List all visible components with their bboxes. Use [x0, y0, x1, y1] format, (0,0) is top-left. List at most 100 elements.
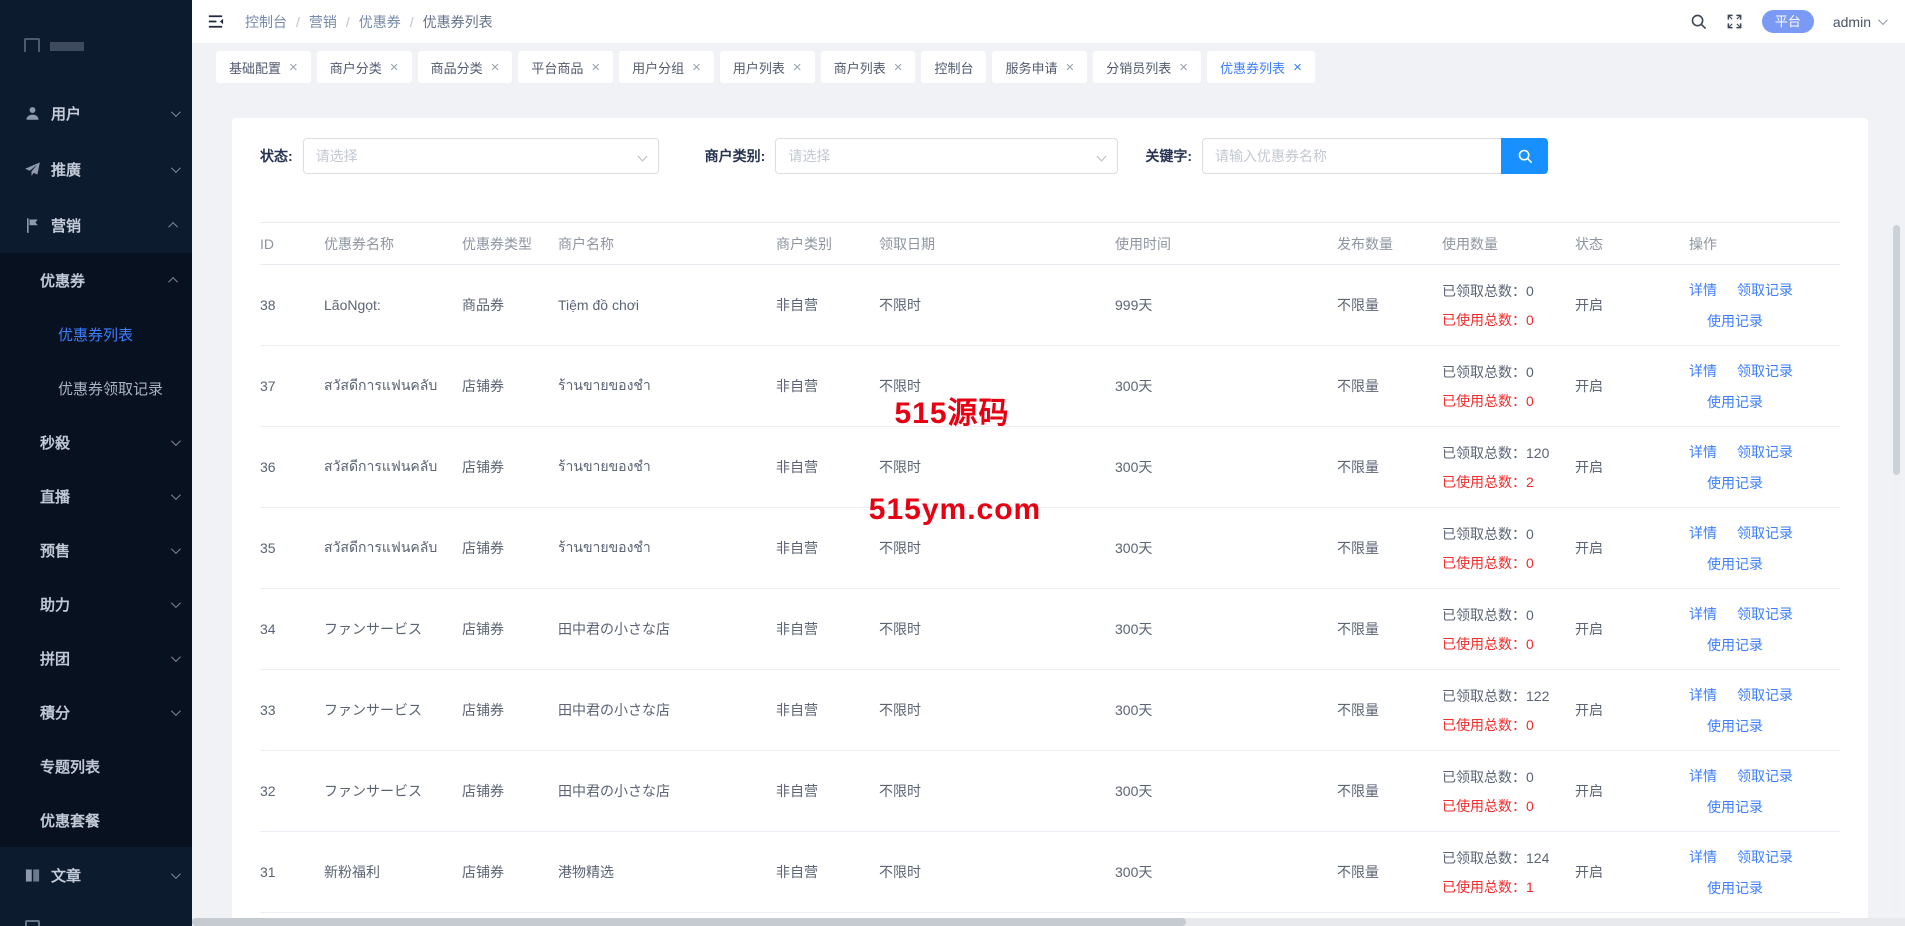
use-records-link[interactable]: 使用记录	[1707, 313, 1763, 329]
action-line: 使用记录	[1689, 554, 1840, 574]
status-select[interactable]: 请选择	[303, 138, 659, 174]
claim-records-link[interactable]: 领取记录	[1737, 280, 1793, 300]
sidebar-item[interactable]: 助力	[0, 577, 192, 631]
sidebar-item[interactable]: 优惠券领取记录	[0, 361, 192, 415]
close-icon[interactable]: ×	[390, 60, 399, 75]
search-icon[interactable]	[1690, 13, 1707, 30]
close-icon[interactable]: ×	[1179, 60, 1188, 75]
action-line: 使用记录	[1689, 878, 1840, 898]
claimed-total-text: 已领取总数：0	[1442, 362, 1575, 382]
tab-item[interactable]: 用户列表×	[720, 51, 815, 83]
tab-item[interactable]: 商户分类×	[317, 51, 412, 83]
use-records-link[interactable]: 使用记录	[1707, 394, 1763, 410]
breadcrumb-item[interactable]: 营销	[309, 12, 337, 32]
detail-link[interactable]: 详情	[1689, 604, 1717, 624]
claim-records-link[interactable]: 领取记录	[1737, 604, 1793, 624]
sidebar-item[interactable]: 直播	[0, 469, 192, 523]
claim-records-link[interactable]: 领取记录	[1737, 847, 1793, 867]
cell-claim-date: 不限时	[879, 751, 1115, 832]
use-records-link[interactable]: 使用记录	[1707, 799, 1763, 815]
cell-id: 35	[260, 508, 324, 589]
close-icon[interactable]: ×	[793, 60, 802, 75]
sidebar-item[interactable]: 秒殺	[0, 415, 192, 469]
close-icon[interactable]: ×	[692, 60, 701, 75]
claim-records-link[interactable]: 领取记录	[1737, 523, 1793, 543]
sidebar-item-label: 用户	[51, 103, 81, 124]
tab-item[interactable]: 分销员列表×	[1093, 51, 1201, 83]
tab-item[interactable]: 用户分组×	[619, 51, 714, 83]
horizontal-scrollbar[interactable]	[192, 918, 1905, 926]
tab-item[interactable]: 基础配置×	[216, 51, 311, 83]
sidebar-clipped-item	[0, 0, 192, 85]
watermark-line1: 515源码	[894, 388, 1009, 432]
sidebar-item-label: 積分	[40, 702, 70, 723]
close-icon[interactable]: ×	[1293, 60, 1302, 75]
cell-id: 36	[260, 427, 324, 508]
sidebar-item[interactable]: 積分	[0, 685, 192, 739]
sidebar-item[interactable]: 专题列表	[0, 739, 192, 793]
use-records-link[interactable]: 使用记录	[1707, 556, 1763, 572]
sidebar-item[interactable]: 优惠券列表	[0, 307, 192, 361]
keyword-input[interactable]	[1202, 138, 1501, 174]
table-header-row: ID优惠券名称优惠券类型商户名称商户类别领取日期使用时间发布数量使用数量状态操作	[260, 223, 1840, 265]
tab-item[interactable]: 平台商品×	[518, 51, 613, 83]
cell-merchant-type: 非自营	[776, 670, 879, 751]
sidebar-item[interactable]: 预售	[0, 523, 192, 577]
fullscreen-icon[interactable]	[1726, 13, 1743, 30]
action-line: 详情领取记录	[1689, 604, 1840, 624]
menu-fold-icon[interactable]	[200, 8, 231, 35]
action-line: 详情领取记录	[1689, 442, 1840, 462]
sidebar-item[interactable]: 文章	[0, 847, 192, 903]
tab-active[interactable]: 优惠券列表×	[1207, 51, 1315, 83]
detail-link[interactable]: 详情	[1689, 523, 1717, 543]
close-icon[interactable]: ×	[491, 60, 500, 75]
detail-link[interactable]: 详情	[1689, 280, 1717, 300]
cell-merchant-name: ร้านขายของชำ	[558, 346, 776, 427]
cell-merchant-type: 非自营	[776, 508, 879, 589]
detail-link[interactable]: 详情	[1689, 766, 1717, 786]
sidebar-item[interactable]: 用户	[0, 85, 192, 141]
tab-item[interactable]: 商户列表×	[821, 51, 916, 83]
claim-records-link[interactable]: 领取记录	[1737, 442, 1793, 462]
detail-link[interactable]: 详情	[1689, 685, 1717, 705]
close-icon[interactable]: ×	[894, 60, 903, 75]
close-icon[interactable]: ×	[1066, 60, 1075, 75]
sidebar-item[interactable]: 营销	[0, 197, 192, 253]
use-records-link[interactable]: 使用记录	[1707, 475, 1763, 491]
use-records-link[interactable]: 使用记录	[1707, 880, 1763, 896]
cell-use-time: 300天	[1115, 832, 1337, 913]
cell-merchant-type: 非自营	[776, 832, 879, 913]
vertical-scrollbar[interactable]	[1893, 225, 1900, 915]
detail-link[interactable]: 详情	[1689, 442, 1717, 462]
sidebar-item[interactable]: 拼团	[0, 631, 192, 685]
close-icon[interactable]: ×	[289, 60, 298, 75]
search-button[interactable]	[1501, 138, 1548, 174]
action-line: 详情领取记录	[1689, 847, 1840, 867]
tab-item[interactable]: 服务申请 ×	[992, 51, 1087, 83]
detail-link[interactable]: 详情	[1689, 847, 1717, 867]
tab-label: 服务申请	[1005, 58, 1057, 77]
merchant-type-select[interactable]: 请选择	[775, 138, 1118, 174]
detail-link[interactable]: 详情	[1689, 361, 1717, 381]
use-records-link[interactable]: 使用记录	[1707, 637, 1763, 653]
breadcrumb-item[interactable]: 优惠券	[359, 12, 401, 32]
close-icon[interactable]: ×	[591, 60, 600, 75]
horizontal-scrollbar-thumb[interactable]	[192, 918, 1186, 926]
table-body: 38LãoNgọt:商品券Tiệm đồ chơi非自营不限时999天不限量已领…	[260, 265, 1840, 913]
use-records-link[interactable]: 使用记录	[1707, 718, 1763, 734]
claim-records-link[interactable]: 领取记录	[1737, 766, 1793, 786]
claim-records-link[interactable]: 领取记录	[1737, 685, 1793, 705]
tab-item[interactable]: 商品分类×	[418, 51, 513, 83]
breadcrumb-item[interactable]: 控制台	[245, 12, 287, 32]
tab-item[interactable]: 控制台	[921, 51, 986, 83]
book-icon	[24, 867, 41, 884]
vertical-scrollbar-thumb[interactable]	[1893, 225, 1900, 475]
sidebar-item[interactable]: 优惠套餐	[0, 793, 192, 847]
claim-records-link[interactable]: 领取记录	[1737, 361, 1793, 381]
user-dropdown[interactable]: admin	[1833, 14, 1885, 30]
sidebar-item[interactable]: 推廣	[0, 141, 192, 197]
cell-claim-date: 不限时	[879, 589, 1115, 670]
column-header: 操作	[1689, 223, 1840, 265]
sidebar-item[interactable]: 优惠券	[0, 253, 192, 307]
column-header: 状态	[1575, 223, 1689, 265]
